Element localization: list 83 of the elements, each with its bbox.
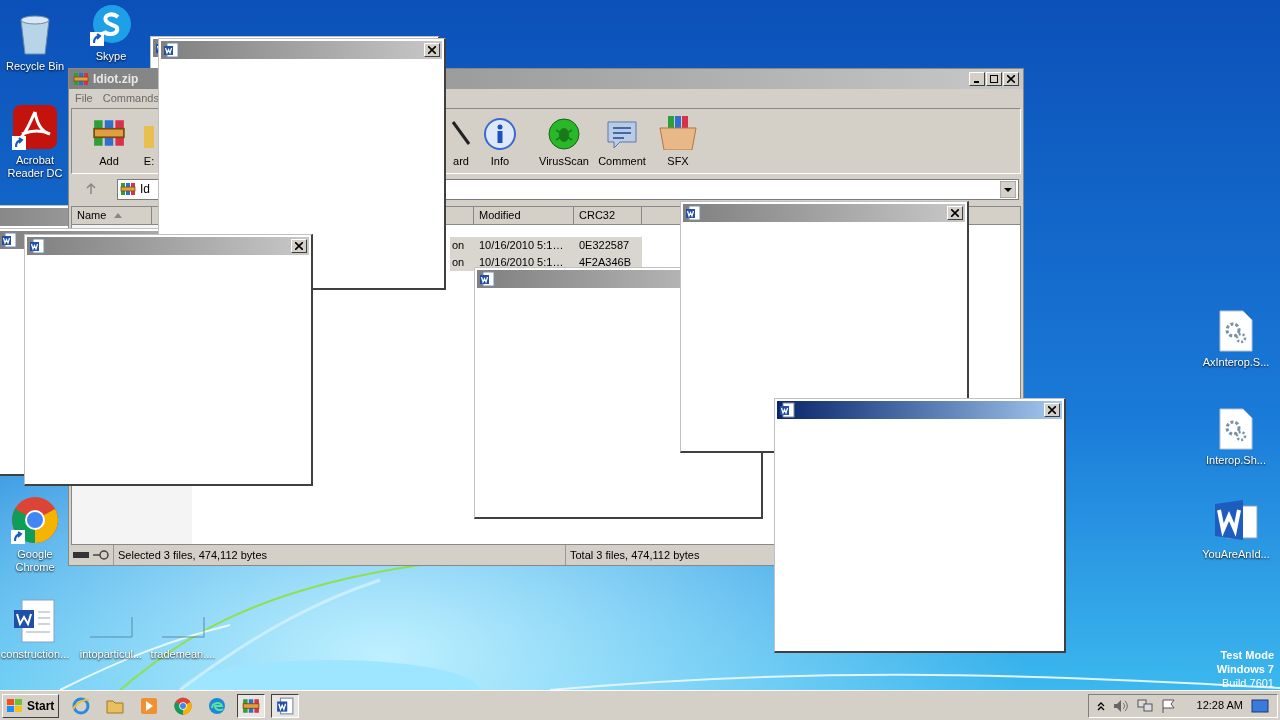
browser-icon (174, 696, 193, 715)
document-icon (163, 42, 179, 58)
status-text: Selected 3 files, 474,112 bytes (114, 545, 566, 565)
toolbar-button[interactable]: VirusScan (534, 113, 594, 169)
toolbar-button[interactable]: E: (142, 113, 156, 169)
sort-arrow-icon (114, 213, 123, 218)
archive-icon (73, 71, 89, 87)
document-icon (479, 271, 495, 287)
close-icon (1048, 406, 1056, 414)
desktop-icon-label[interactable]: Interop.Sh... (1206, 454, 1266, 467)
desktop-icon-label[interactable]: AxInterop.S... (1202, 356, 1270, 369)
up-arrow-icon (85, 183, 97, 195)
taskbar-button[interactable] (271, 693, 300, 718)
table-cell-text: 0E322587 (578, 238, 631, 253)
minimize-button[interactable] (969, 72, 985, 86)
chevron-up-icon (1096, 700, 1105, 711)
browser-icon (72, 696, 91, 715)
info-icon (484, 117, 516, 150)
table-cell-text: 4F2A346B (578, 255, 632, 270)
toolbar-button[interactable]: ard (449, 113, 473, 169)
desktop-icon-label[interactable]: Skype (95, 50, 127, 63)
key-icon (93, 550, 109, 560)
document-icon (276, 696, 295, 715)
browser-icon (208, 696, 227, 715)
table-cell-text: 10/16/2010 5:1… (478, 255, 565, 270)
os-notice-text: Test Mode (1220, 648, 1274, 662)
desktop-icon-label[interactable]: Acrobat Reader DC (2, 154, 68, 180)
archive-icon (242, 696, 261, 715)
dropdown-arrow-icon (1000, 180, 1016, 198)
desktop-icon-label[interactable]: Recycle Bin (5, 60, 65, 73)
toolbar-button[interactable]: Add (84, 113, 134, 169)
shortcut-arrow-icon (11, 530, 25, 544)
taskbar-button[interactable] (237, 693, 266, 718)
shortcut-arrow-icon (12, 136, 26, 150)
table-cell-text: on (451, 238, 466, 253)
toolbar-button[interactable]: SFX (653, 113, 703, 169)
media-player-icon (140, 696, 159, 715)
maximize-button[interactable] (986, 72, 1002, 86)
start-button[interactable]: Start (2, 693, 60, 718)
box-icon (658, 115, 698, 150)
toolbar-button[interactable]: Comment (594, 113, 650, 169)
bug-icon (548, 117, 580, 150)
settings-file-icon (1219, 310, 1253, 352)
file-outline-icon (161, 616, 205, 638)
close-button[interactable] (424, 43, 440, 57)
menu-item[interactable]: File (75, 90, 93, 107)
close-icon (295, 242, 303, 250)
document-icon (685, 205, 701, 221)
table-cell-text: 10/16/2010 5:1… (478, 238, 565, 253)
network-icon (1136, 698, 1153, 713)
archive-icon (120, 181, 136, 197)
speaker-icon (1112, 698, 1129, 713)
drive-icon (73, 552, 89, 558)
document-icon (29, 238, 45, 254)
settings-file-icon (1219, 408, 1253, 450)
table-cell-text: on (451, 255, 466, 270)
maximize-icon (990, 75, 998, 83)
close-button[interactable] (947, 206, 963, 220)
document-icon (12, 598, 58, 644)
shortcut-arrow-icon (90, 32, 104, 46)
status-text: Total 3 files, 474,112 bytes (569, 547, 701, 563)
clock[interactable]: 12:28 AM (1196, 697, 1243, 714)
column-header[interactable]: Modified (473, 207, 574, 225)
windows-logo-icon (7, 698, 23, 713)
file-row[interactable]: on 10/16/2010 5:1… 0E322587 (450, 237, 642, 254)
close-icon (428, 46, 436, 54)
flag-icon (1160, 698, 1177, 713)
window-title: Idiot.zip (93, 71, 139, 88)
os-notice-text: Windows 7 (1216, 662, 1274, 676)
show-desktop-icon[interactable] (1251, 698, 1269, 713)
close-button[interactable] (291, 239, 307, 253)
close-button[interactable] (1003, 72, 1019, 86)
toolbar-button[interactable]: Info (475, 113, 525, 169)
menu-item[interactable]: Commands (102, 90, 159, 107)
chat-app-icon (90, 4, 132, 46)
browser-icon (11, 496, 59, 544)
document-icon (779, 402, 795, 418)
folder-icon (106, 697, 125, 714)
close-icon (951, 209, 959, 217)
close-button[interactable] (1044, 403, 1060, 417)
file-outline-icon (89, 616, 133, 638)
column-header[interactable]: CRC32 (574, 207, 642, 225)
close-icon (1007, 75, 1015, 83)
